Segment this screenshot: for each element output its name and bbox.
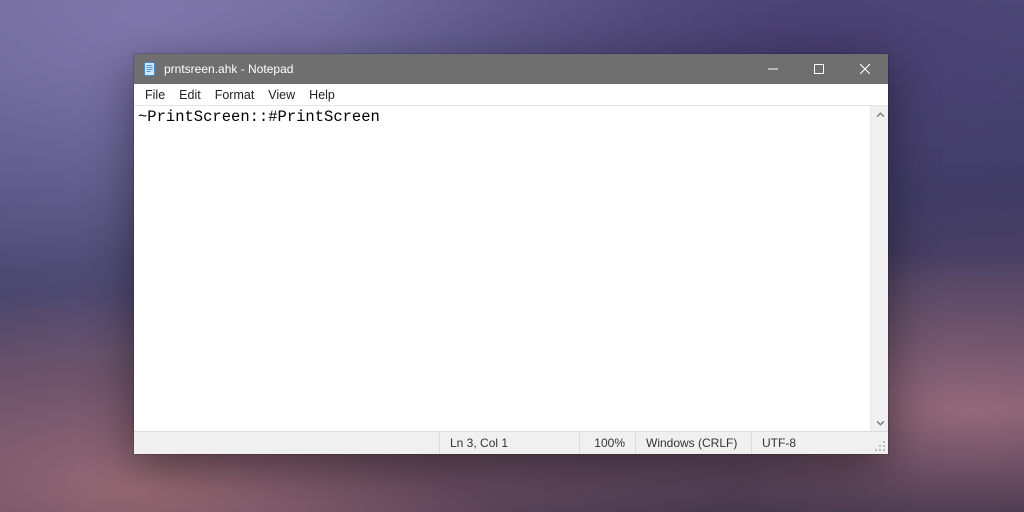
resize-grip-icon	[874, 440, 886, 452]
titlebar[interactable]: prntsreen.ahk - Notepad	[134, 54, 888, 84]
menubar: File Edit Format View Help	[134, 84, 888, 106]
resize-grip[interactable]	[870, 432, 888, 454]
app-icon	[142, 61, 158, 77]
window-controls	[750, 54, 888, 84]
close-icon	[860, 64, 870, 74]
minimize-button[interactable]	[750, 54, 796, 84]
vertical-scrollbar[interactable]	[870, 106, 888, 431]
menu-help[interactable]: Help	[302, 86, 342, 104]
statusbar: Ln 3, Col 1 100% Windows (CRLF) UTF-8	[134, 431, 888, 454]
menu-file[interactable]: File	[138, 86, 172, 104]
notepad-window: prntsreen.ahk - Notepad	[134, 54, 888, 454]
desktop-background: prntsreen.ahk - Notepad	[0, 0, 1024, 512]
menu-view[interactable]: View	[261, 86, 302, 104]
status-encoding: UTF-8	[752, 432, 870, 454]
scroll-up-button[interactable]	[871, 106, 889, 124]
chevron-down-icon	[876, 418, 885, 427]
menu-edit[interactable]: Edit	[172, 86, 208, 104]
status-spacer	[134, 432, 440, 454]
scroll-down-button[interactable]	[871, 413, 889, 431]
status-line-ending: Windows (CRLF)	[636, 432, 752, 454]
text-editor[interactable]: ~PrintScreen::#PrintScreen	[134, 106, 870, 431]
status-zoom: 100%	[580, 432, 636, 454]
content-area: ~PrintScreen::#PrintScreen	[134, 106, 888, 431]
maximize-button[interactable]	[796, 54, 842, 84]
maximize-icon	[814, 64, 824, 74]
close-button[interactable]	[842, 54, 888, 84]
menu-format[interactable]: Format	[208, 86, 262, 104]
status-cursor-position: Ln 3, Col 1	[440, 432, 580, 454]
chevron-up-icon	[876, 111, 885, 120]
window-title: prntsreen.ahk - Notepad	[164, 62, 750, 76]
minimize-icon	[768, 64, 778, 74]
